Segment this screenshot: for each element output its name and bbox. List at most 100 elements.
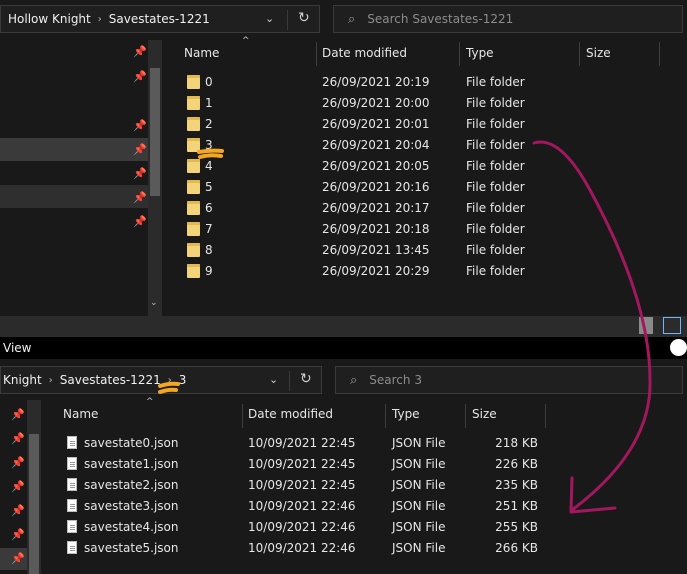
file-type: File folder [466, 96, 525, 110]
file-row[interactable]: 5 26/09/2021 20:16 File folder [170, 177, 660, 198]
file-row[interactable]: savestate4.json 10/09/2021 22:46 JSON File… [50, 517, 550, 538]
json-file-icon [67, 499, 77, 512]
column-divider[interactable] [579, 42, 580, 66]
file-row[interactable]: savestate0.json 10/09/2021 22:45 JSON File… [50, 433, 550, 454]
column-divider[interactable] [465, 404, 466, 428]
breadcrumb-item[interactable]: Savestates-1221 [109, 12, 210, 26]
file-date: 26/09/2021 20:18 [322, 222, 430, 236]
top-search-box[interactable]: ⌕ Search Savestates-1221 [333, 5, 683, 33]
file-type: JSON File [392, 520, 446, 534]
file-row[interactable]: 9 26/09/2021 20:29 File folder [170, 261, 660, 282]
file-row[interactable]: 2 26/09/2021 20:01 File folder [170, 114, 660, 135]
breadcrumb-item[interactable]: 3 [179, 373, 187, 387]
json-file-icon [67, 436, 77, 449]
column-header-size[interactable]: Size [586, 46, 611, 60]
column-header-type[interactable]: Type [392, 407, 420, 421]
file-name: 4 [205, 159, 213, 173]
column-divider[interactable] [242, 404, 243, 428]
help-button[interactable] [670, 339, 687, 356]
json-file-icon [67, 541, 77, 554]
pin-icon: 📌 [133, 191, 147, 204]
file-type: JSON File [392, 499, 446, 513]
sort-up-icon: ^ [242, 36, 250, 46]
column-divider[interactable] [385, 404, 386, 428]
column-divider[interactable] [545, 404, 546, 428]
file-row[interactable]: 8 26/09/2021 13:45 File folder [170, 240, 660, 261]
column-header-size[interactable]: Size [472, 407, 497, 421]
nav-scrollbar-thumb[interactable] [29, 434, 39, 574]
column-header-date[interactable]: Date modified [248, 407, 333, 421]
file-size: 226 KB [495, 457, 538, 471]
refresh-icon[interactable]: ↻ [298, 10, 310, 26]
file-size: 235 KB [495, 478, 538, 492]
column-divider[interactable] [459, 42, 460, 66]
chevron-down-icon[interactable]: ⌄ [269, 373, 278, 386]
sort-up-icon: ^ [146, 397, 154, 407]
folder-icon [187, 159, 200, 173]
file-name: savestate0.json [84, 436, 179, 450]
file-type: File folder [466, 180, 525, 194]
folder-icon [187, 96, 200, 110]
file-type: File folder [466, 75, 525, 89]
column-header-name[interactable]: Name [63, 407, 98, 421]
nav-scrollbar-thumb[interactable] [150, 68, 160, 196]
column-divider[interactable] [659, 42, 660, 66]
file-row[interactable]: savestate1.json 10/09/2021 22:45 JSON File… [50, 454, 550, 475]
file-type: File folder [466, 201, 525, 215]
column-header-name[interactable]: Name [184, 46, 219, 60]
file-row[interactable]: 7 26/09/2021 20:18 File folder [170, 219, 660, 240]
bottom-navigation-pane[interactable]: 📌 📌 📌 📌 📌 📌 📌 [0, 400, 42, 574]
file-row[interactable]: 3 26/09/2021 20:04 File folder [170, 135, 660, 156]
chevron-down-icon[interactable]: ⌄ [265, 12, 274, 25]
column-header-date[interactable]: Date modified [322, 46, 407, 60]
file-date: 26/09/2021 20:01 [322, 117, 430, 131]
file-date: 10/09/2021 22:46 [248, 499, 356, 513]
pin-icon: 📌 [11, 504, 25, 517]
bottom-search-box[interactable]: ⌕ Search 3 [335, 366, 683, 394]
file-row[interactable]: 0 26/09/2021 20:19 File folder [170, 72, 660, 93]
breadcrumb-item[interactable]: Hollow Knight [8, 12, 91, 26]
file-row[interactable]: 6 26/09/2021 20:17 File folder [170, 198, 660, 219]
bottom-address-bar[interactable]: Knight › Savestates-1221 › 3 ⌄ ↻ [0, 366, 322, 394]
file-row[interactable]: 4 26/09/2021 20:05 File folder [170, 156, 660, 177]
file-row[interactable]: savestate5.json 10/09/2021 22:46 JSON File… [50, 538, 550, 559]
file-date: 10/09/2021 22:45 [248, 436, 356, 450]
file-date: 26/09/2021 20:17 [322, 201, 430, 215]
large-icons-view-button[interactable] [663, 317, 681, 334]
search-placeholder: Search Savestates-1221 [367, 12, 514, 26]
divider [289, 371, 290, 391]
breadcrumb-item[interactable]: Knight [3, 373, 42, 387]
pin-icon: 📌 [11, 408, 25, 421]
nav-item-selected[interactable] [0, 138, 148, 161]
file-row[interactable]: savestate3.json 10/09/2021 22:46 JSON File… [50, 496, 550, 517]
top-navigation-pane[interactable]: 📌 📌 📌 📌 📌 📌 📌 ⌄ [0, 40, 162, 316]
column-divider[interactable] [316, 42, 317, 66]
folder-icon [187, 75, 200, 89]
refresh-icon[interactable]: ↻ [300, 371, 312, 387]
file-date: 10/09/2021 22:46 [248, 541, 356, 555]
file-row[interactable]: savestate2.json 10/09/2021 22:45 JSON File… [50, 475, 550, 496]
pin-icon: 📌 [133, 45, 147, 58]
pin-icon: 📌 [133, 119, 147, 132]
file-name: 8 [205, 243, 213, 257]
nav-item-hover[interactable] [0, 185, 148, 208]
nav-scrollbar[interactable] [27, 400, 41, 574]
breadcrumb-item[interactable]: Savestates-1221 [60, 373, 161, 387]
details-view-button[interactable] [639, 317, 653, 334]
file-date: 26/09/2021 20:16 [322, 180, 430, 194]
file-type: File folder [466, 138, 525, 152]
file-date: 26/09/2021 20:29 [322, 264, 430, 278]
file-type: File folder [466, 159, 525, 173]
search-icon: ⌕ [348, 11, 356, 27]
json-file-icon [67, 457, 77, 470]
nav-scrollbar[interactable]: ⌄ [148, 40, 162, 316]
column-header-type[interactable]: Type [466, 46, 494, 60]
breadcrumb-chevron-icon: › [48, 374, 53, 386]
menu-item-view[interactable]: View [3, 341, 31, 355]
file-date: 10/09/2021 22:45 [248, 478, 356, 492]
top-address-bar[interactable]: Hollow Knight › Savestates-1221 ⌄ ↻ [0, 5, 320, 33]
file-date: 26/09/2021 20:00 [322, 96, 430, 110]
file-row[interactable]: 1 26/09/2021 20:00 File folder [170, 93, 660, 114]
pin-icon: 📌 [133, 70, 147, 83]
scroll-down-arrow-icon[interactable]: ⌄ [150, 298, 158, 308]
